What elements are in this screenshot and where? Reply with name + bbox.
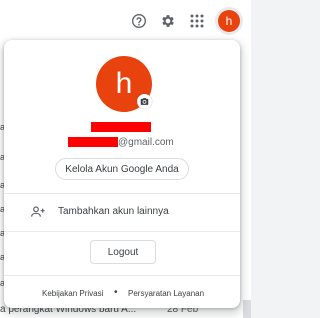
divider [4,275,240,276]
gear-icon[interactable] [157,10,179,32]
popup-footer: Kebijakan Privasi • Persyaratan Layanan [4,287,240,301]
account-avatar-button[interactable]: h [218,10,240,32]
scrollbar[interactable] [243,300,251,318]
account-email: @gmail.com [68,136,174,148]
redacted-account-name [91,122,151,132]
camera-icon[interactable] [137,94,152,109]
divider [4,193,240,194]
redacted-email-user [68,137,118,147]
help-circle-icon[interactable] [128,10,150,32]
top-bar: h [0,0,251,40]
email-domain: @gmail.com [118,136,174,148]
footer-separator: • [114,287,118,298]
logout-button[interactable]: Logout [90,240,156,264]
account-popup: h @gmail.com Kelola Akun Google Anda Tam… [4,40,240,308]
divider [4,231,240,232]
manage-google-account-button[interactable]: Kelola Akun Google Anda [55,158,189,180]
add-account-button[interactable]: Tambahkan akun lainnya [4,198,240,226]
privacy-policy-link[interactable]: Kebijakan Privasi [42,289,103,298]
add-account-label: Tambahkan akun lainnya [58,206,169,217]
person-add-icon [30,204,46,220]
terms-of-service-link[interactable]: Persyaratan Layanan [128,289,204,298]
apps-grid-icon[interactable] [186,10,208,32]
